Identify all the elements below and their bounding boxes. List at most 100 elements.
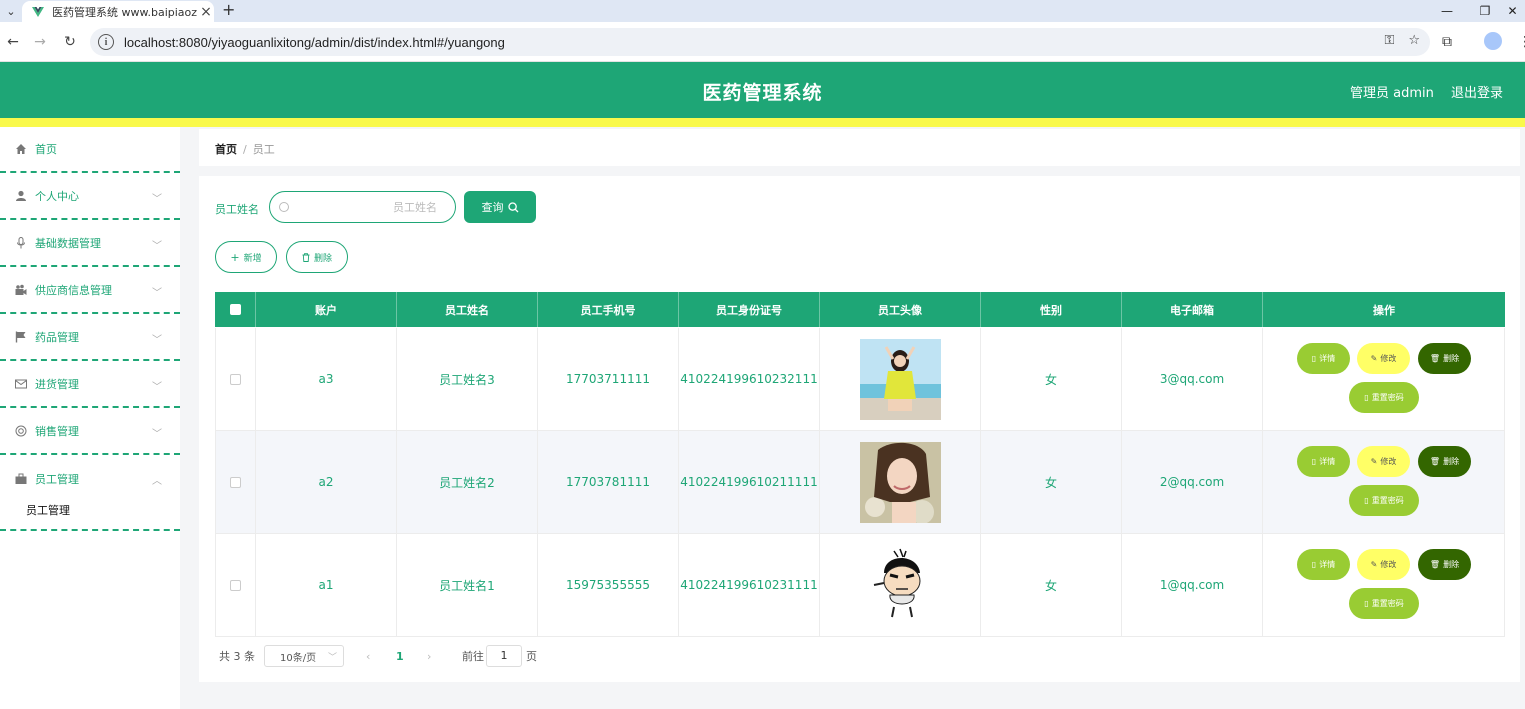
cell-account: a1 (256, 534, 397, 636)
logout-link[interactable]: 退出登录 (1451, 82, 1503, 101)
plus-icon: + (230, 251, 239, 264)
cell-operations: ▯详情 ✎修改 🗑删除 ▯重置密码 (1263, 534, 1505, 636)
next-page-icon[interactable]: › (427, 645, 431, 667)
browser-tab[interactable]: 医药管理系统 www.baipiaozh × (22, 1, 214, 22)
extensions-icon[interactable]: ⧉ (1442, 34, 1452, 50)
pagination-total: 共 3 条 (219, 645, 255, 667)
sidebar-item-drug[interactable]: 药品管理 ﹀ (0, 315, 180, 361)
delete-button-label: 删除 (314, 251, 332, 264)
detail-button[interactable]: ▯详情 (1297, 549, 1350, 580)
sidebar-item-staff[interactable]: 员工管理 ︿ (0, 456, 180, 502)
pencil-icon: ✎ (1371, 560, 1378, 569)
sidebar-item-home[interactable]: 首页 (0, 127, 180, 173)
sidebar-item-label: 基础数据管理 (35, 235, 101, 251)
column-header: 电子邮箱 (1122, 292, 1263, 327)
new-tab-icon[interactable]: + (222, 0, 235, 20)
row-delete-button[interactable]: 🗑删除 (1418, 343, 1471, 374)
breadcrumb-home[interactable]: 首页 (215, 143, 237, 156)
home-icon (14, 142, 28, 156)
sidebar-item-base-data[interactable]: 基础数据管理 ﹀ (0, 221, 180, 267)
browser-tab-bar: ⌄ 医药管理系统 www.baipiaozh × + — ❐ ✕ (0, 0, 1525, 22)
sidebar-item-label: 供应商信息管理 (35, 282, 112, 298)
cell-phone: 17703781111 (538, 431, 679, 533)
delete-button[interactable]: 删除 (286, 241, 348, 273)
trash-icon: 🗑 (1430, 457, 1440, 466)
lifebuoy-icon (14, 424, 28, 438)
cell-gender: 女 (981, 534, 1122, 636)
prev-page-icon[interactable]: ‹ (366, 645, 370, 667)
edit-button[interactable]: ✎修改 (1357, 343, 1410, 374)
sidebar-item-sales[interactable]: 销售管理 ﹀ (0, 409, 180, 455)
omnibox[interactable]: i localhost:8080/yiyaoguanlixitong/admin… (90, 28, 1430, 56)
tab-list-icon[interactable]: ⌄ (0, 0, 22, 22)
edit-button[interactable]: ✎修改 (1357, 446, 1410, 477)
star-icon[interactable]: ☆ (1408, 33, 1420, 48)
cell-name: 员工姓名2 (397, 431, 538, 533)
staff-photo[interactable] (860, 339, 941, 420)
search-input[interactable] (297, 201, 437, 214)
pencil-icon: ✎ (1371, 457, 1378, 466)
reload-icon[interactable]: ↻ (60, 32, 80, 52)
breadcrumb-current: 员工 (253, 143, 275, 156)
site-info-icon[interactable]: i (98, 34, 114, 50)
sidebar-item-label: 销售管理 (35, 423, 79, 439)
document-icon: ▯ (1312, 457, 1316, 466)
flag-icon (14, 330, 28, 344)
reset-password-button[interactable]: ▯重置密码 (1349, 485, 1419, 516)
key-icon[interactable]: ⚿ (1384, 33, 1394, 48)
page-size-value: 10条/页 (280, 649, 316, 664)
search-button[interactable]: 查询 (464, 191, 536, 223)
staff-photo[interactable] (860, 442, 941, 523)
sidebar-divider (0, 529, 180, 531)
reset-password-button[interactable]: ▯重置密码 (1349, 588, 1419, 619)
row-delete-label: 删除 (1443, 353, 1459, 364)
restore-icon[interactable]: ❐ (1465, 0, 1505, 22)
row-checkbox[interactable] (215, 534, 256, 636)
profile-avatar[interactable] (1484, 32, 1502, 50)
select-all-checkbox[interactable] (215, 292, 256, 327)
reset-password-label: 重置密码 (1372, 495, 1404, 506)
cell-gender: 女 (981, 431, 1122, 533)
chevron-down-icon: ﹀ (152, 425, 162, 440)
sidebar-item-purchase[interactable]: 进货管理 ﹀ (0, 362, 180, 408)
search-label: 员工姓名 (215, 201, 259, 217)
header-accent-line (0, 118, 1525, 127)
forward-icon[interactable]: → (30, 32, 50, 52)
column-header: 员工姓名 (397, 292, 538, 327)
sidebar-item-supplier[interactable]: 供应商信息管理 ﹀ (0, 268, 180, 314)
sidebar-item-profile[interactable]: 个人中心 ﹀ (0, 174, 180, 220)
add-button-label: 新增 (244, 251, 262, 264)
breadcrumb: 首页/员工 (215, 141, 275, 157)
search-field[interactable] (269, 191, 456, 223)
close-tab-icon[interactable]: × (198, 4, 214, 20)
url-text[interactable]: localhost:8080/yiyaoguanlixitong/admin/d… (124, 35, 505, 50)
sidebar-subitem-staff-manage[interactable]: 员工管理 (26, 502, 70, 518)
add-button[interactable]: + 新增 (215, 241, 277, 273)
row-checkbox[interactable] (215, 328, 256, 430)
edit-button-label: 修改 (1380, 456, 1396, 467)
sidebar-item-label: 药品管理 (35, 329, 79, 345)
column-header: 员工身份证号 (679, 292, 820, 327)
close-window-icon[interactable]: ✕ (1500, 0, 1525, 22)
cell-name: 员工姓名1 (397, 534, 538, 636)
detail-button-label: 详情 (1319, 559, 1335, 570)
back-icon[interactable]: ← (3, 32, 23, 52)
chevron-down-icon: ﹀ (152, 284, 162, 299)
cell-name: 员工姓名3 (397, 328, 538, 430)
detail-button[interactable]: ▯详情 (1297, 446, 1350, 477)
detail-button[interactable]: ▯详情 (1297, 343, 1350, 374)
row-delete-button[interactable]: 🗑删除 (1418, 446, 1471, 477)
row-delete-button[interactable]: 🗑删除 (1418, 549, 1471, 580)
page-size-select[interactable]: 10条/页 ﹀ (264, 645, 344, 667)
menu-icon[interactable]: ⋮ (1518, 34, 1525, 50)
table-row: a2 员工姓名2 17703781111 410224199610211111 … (215, 431, 1505, 534)
page-number[interactable]: 1 (396, 645, 404, 667)
minimize-icon[interactable]: — (1427, 0, 1467, 22)
goto-label: 前往 (462, 645, 484, 667)
goto-page-input[interactable]: 1 (486, 645, 522, 667)
cell-phone: 15975355555 (538, 534, 679, 636)
row-checkbox[interactable] (215, 431, 256, 533)
reset-password-button[interactable]: ▯重置密码 (1349, 382, 1419, 413)
edit-button[interactable]: ✎修改 (1357, 549, 1410, 580)
staff-photo[interactable] (860, 545, 941, 626)
